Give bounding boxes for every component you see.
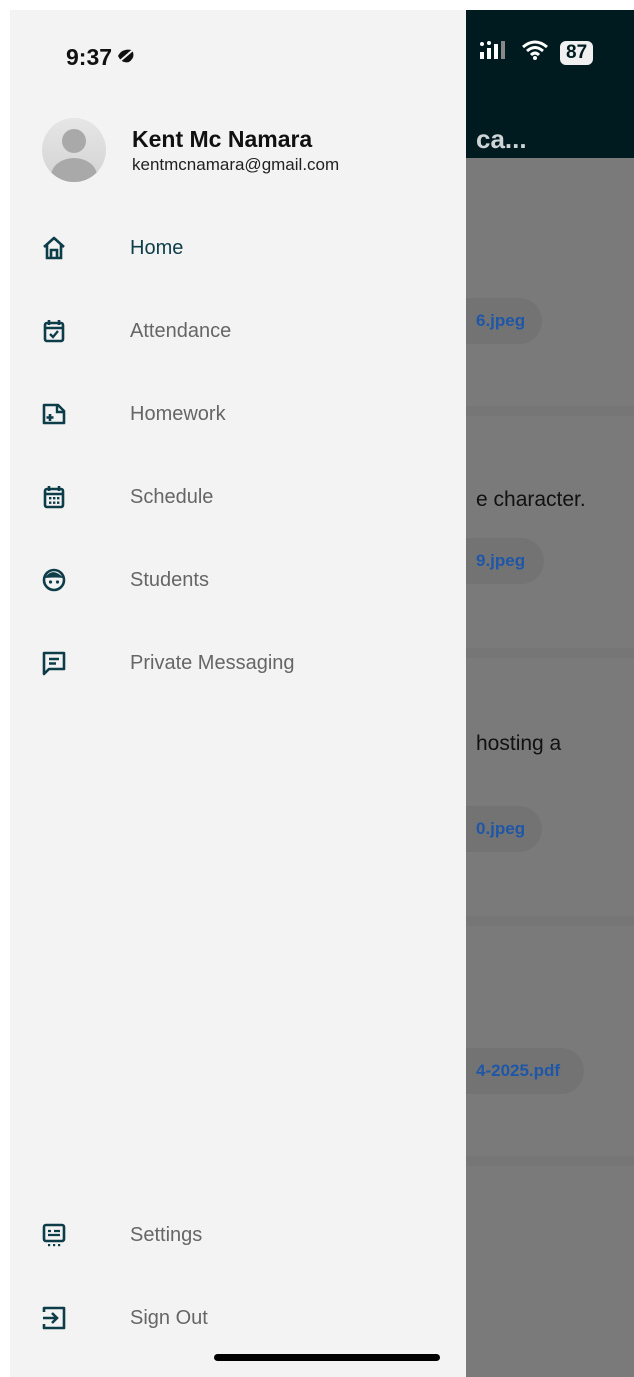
menu-item-private-messaging[interactable]: Private Messaging (10, 635, 466, 691)
divider (466, 406, 634, 416)
settings-icon (40, 1221, 68, 1249)
menu-label-sign-out: Sign Out (130, 1306, 208, 1329)
post-text: hosting a (476, 732, 562, 755)
wifi-icon (522, 40, 548, 65)
child-face-icon (40, 566, 68, 594)
menu-label-attendance: Attendance (130, 319, 232, 342)
screen: 87 ca... 6.jpeg e character. 9.jpeg host… (10, 10, 634, 1377)
menu-label-settings: Settings (130, 1223, 203, 1246)
navigation-drawer: 9:37 Kent Mc Namara kentmcnamara@gmail.c… (10, 10, 466, 1377)
profile-name: Kent Mc Namara (132, 126, 313, 152)
status-bar-right: 87 (480, 40, 594, 65)
divider (466, 916, 634, 926)
menu-item-home[interactable]: Home (10, 220, 466, 276)
home-indicator[interactable] (214, 1354, 440, 1361)
menu-label-private-messaging: Private Messaging (130, 651, 295, 674)
attachment-chip[interactable]: 4-2025.pdf (466, 1048, 584, 1094)
home-icon (40, 234, 68, 262)
post-text: e character. (476, 488, 586, 511)
menu-item-settings[interactable]: Settings (10, 1207, 466, 1263)
menu-label-schedule: Schedule (130, 485, 214, 508)
battery-indicator: 87 (560, 40, 594, 65)
status-time: 9:37 (66, 44, 138, 71)
menu-label-students: Students (130, 568, 209, 591)
battery-level: 87 (560, 40, 594, 65)
profile-email: kentmcnamara@gmail.com (132, 155, 340, 174)
file-add-icon (40, 400, 68, 428)
calendar-icon (40, 483, 68, 511)
divider (466, 1156, 634, 1166)
sleep-focus-icon (116, 44, 138, 71)
menu-label-home: Home (130, 236, 184, 259)
sign-out-icon (40, 1304, 68, 1332)
avatar[interactable] (42, 118, 106, 182)
clock-time: 9:37 (66, 44, 113, 70)
menu-item-schedule[interactable]: Schedule (10, 469, 466, 525)
menu-label-homework: Homework (130, 402, 226, 425)
divider (466, 648, 634, 658)
attachment-chip[interactable]: 0.jpeg (466, 806, 542, 852)
menu-item-students[interactable]: Students (10, 552, 466, 608)
cellular-signal-icon (480, 41, 510, 64)
attachment-chip[interactable]: 6.jpeg (466, 298, 542, 344)
attachment-chip[interactable]: 9.jpeg (466, 538, 544, 584)
calendar-check-icon (40, 317, 68, 345)
message-icon (40, 649, 68, 677)
menu-item-attendance[interactable]: Attendance (10, 303, 466, 359)
background-app-title: ca... (476, 124, 527, 154)
menu-item-homework[interactable]: Homework (10, 386, 466, 442)
menu-item-sign-out[interactable]: Sign Out (10, 1290, 466, 1346)
